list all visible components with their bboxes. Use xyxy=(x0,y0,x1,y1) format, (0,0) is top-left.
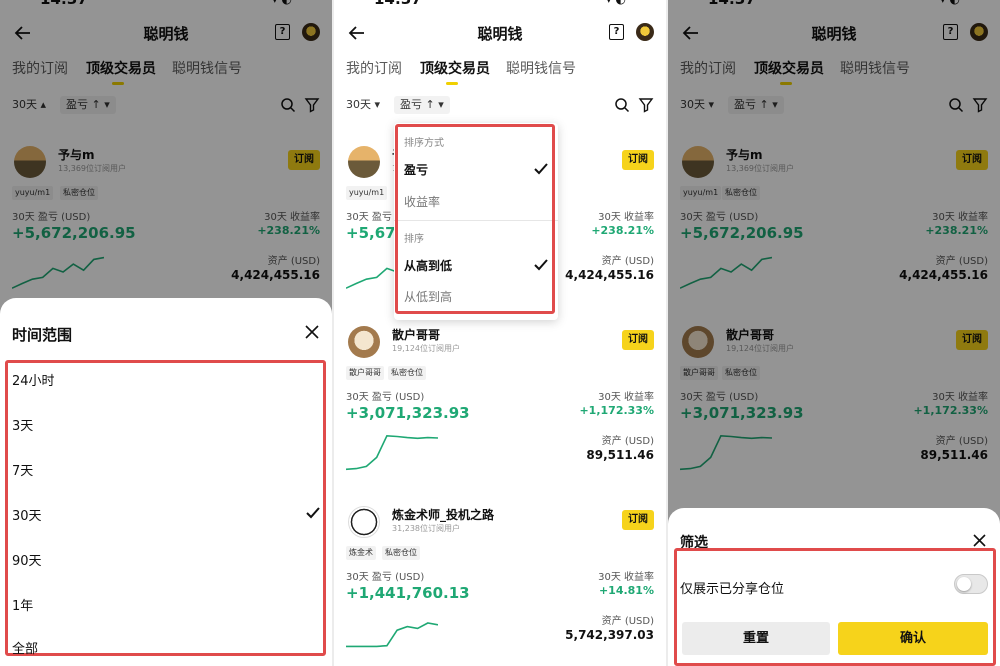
trader-tag: yuyu/m1 xyxy=(346,186,388,200)
reset-button[interactable]: 重置 xyxy=(682,622,830,655)
highlight-box xyxy=(5,360,326,656)
time-option-30d[interactable]: 30天 xyxy=(12,505,42,524)
trader-subscribers: 19,124位订阅用户 xyxy=(392,344,460,353)
subscribe-button[interactable]: 订阅 xyxy=(622,330,654,350)
roi-value: +238.21% xyxy=(591,224,654,237)
pnl-label: 30天 盈亏 (USD) xyxy=(346,392,425,403)
shared-positions-toggle[interactable] xyxy=(954,574,988,594)
trader-name: 炼金术师_投机之路 xyxy=(392,508,495,522)
assets-value: 5,742,397.03 xyxy=(565,628,654,642)
trader-tag: 炼金术 xyxy=(346,546,376,560)
close-icon[interactable] xyxy=(304,324,320,340)
pnl-sparkline xyxy=(346,434,438,471)
assets-value: 4,424,455.16 xyxy=(565,268,654,282)
trader-name: 散户哥哥 xyxy=(392,328,441,342)
check-icon xyxy=(306,507,320,519)
time-option-3d[interactable]: 3天 xyxy=(12,415,33,434)
status-bar: 14:37 ▾ ◐ xyxy=(334,0,666,8)
trader-tag: 私密仓位 xyxy=(382,546,420,560)
trader-subscribers: 31,238位订阅用户 xyxy=(392,524,460,533)
toggle-knob xyxy=(957,577,971,591)
time-range-filter[interactable]: 30天 ▾ xyxy=(346,96,380,114)
roi-label: 30天 收益率 xyxy=(598,392,654,403)
trader-card[interactable]: 散户哥哥 19,124位订阅用户 订阅 散户哥哥 私密仓位 30天 盈亏 (US… xyxy=(334,326,666,506)
subscribe-button[interactable]: 订阅 xyxy=(622,510,654,530)
trader-tag: 私密仓位 xyxy=(388,366,426,380)
user-avatar-icon[interactable] xyxy=(636,23,654,41)
pnl-value: +1,441,760.13 xyxy=(346,584,470,602)
time-option-90d[interactable]: 90天 xyxy=(12,550,42,569)
search-icon[interactable] xyxy=(614,97,630,113)
tab-top-traders[interactable]: 顶级交易员 xyxy=(420,58,490,78)
roi-label: 30天 收益率 xyxy=(598,572,654,583)
subscribe-button[interactable]: 订阅 xyxy=(622,150,654,170)
trader-card[interactable]: 炼金术师_投机之路 31,238位订阅用户 订阅 炼金术 私密仓位 30天 盈亏… xyxy=(334,506,666,666)
help-icon[interactable]: ? xyxy=(609,24,624,40)
pnl-label: 30天 盈亏 (USD) xyxy=(346,572,425,583)
tab-indicator xyxy=(446,82,458,85)
trader-avatar xyxy=(348,146,380,178)
assets-label: 资产 (USD) xyxy=(601,256,654,267)
trader-avatar xyxy=(348,506,380,538)
roi-value: +14.81% xyxy=(598,584,654,597)
time-range-sheet: 时间范围 24小时 3天 7天 30天 90天 1年 全部 xyxy=(0,298,332,666)
nav-bar: 聪明钱 ? xyxy=(334,14,666,52)
confirm-button[interactable]: 确认 xyxy=(838,622,988,655)
tab-my-subscriptions[interactable]: 我的订阅 xyxy=(346,58,402,78)
tab-smart-money-signals[interactable]: 聪明钱信号 xyxy=(506,58,576,78)
filter-bar: 30天 ▾ 盈亏 ↑ ▾ xyxy=(346,96,654,116)
time-option-all[interactable]: 全部 xyxy=(12,638,38,657)
assets-label: 资产 (USD) xyxy=(601,436,654,447)
roi-value: +1,172.33% xyxy=(579,404,654,417)
time-option-1y[interactable]: 1年 xyxy=(12,595,33,614)
status-time: 14:37 xyxy=(374,0,422,8)
time-option-7d[interactable]: 7天 xyxy=(12,460,33,479)
filter-funnel-icon[interactable] xyxy=(638,97,654,113)
filter-sheet: 筛选 仅展示已分享仓位 重置 确认 xyxy=(668,508,1000,666)
highlight-box xyxy=(395,124,555,314)
trader-avatar xyxy=(348,326,380,358)
status-icons: ▾ ◐ xyxy=(606,0,626,6)
pnl-value: +3,071,323.93 xyxy=(346,404,470,422)
tabs: 我的订阅 顶级交易员 聪明钱信号 xyxy=(346,58,666,88)
trader-tag: 散户哥哥 xyxy=(346,366,384,380)
sort-filter[interactable]: 盈亏 ↑ ▾ xyxy=(394,96,450,114)
roi-label: 30天 收益率 xyxy=(598,212,654,223)
time-range-title: 时间范围 xyxy=(12,326,73,344)
time-option-24h[interactable]: 24小时 xyxy=(12,370,55,389)
panel-sort-dropdown: 14:37 ▾ ◐ 聪明钱 ? 我的订阅 顶级交易员 聪明钱信号 30天 ▾ 盈… xyxy=(334,0,666,666)
pnl-sparkline xyxy=(346,622,438,648)
assets-label: 资产 (USD) xyxy=(601,616,654,627)
close-icon[interactable] xyxy=(973,534,986,547)
assets-value: 89,511.46 xyxy=(586,448,654,462)
shared-positions-label: 仅展示已分享仓位 xyxy=(680,582,785,597)
